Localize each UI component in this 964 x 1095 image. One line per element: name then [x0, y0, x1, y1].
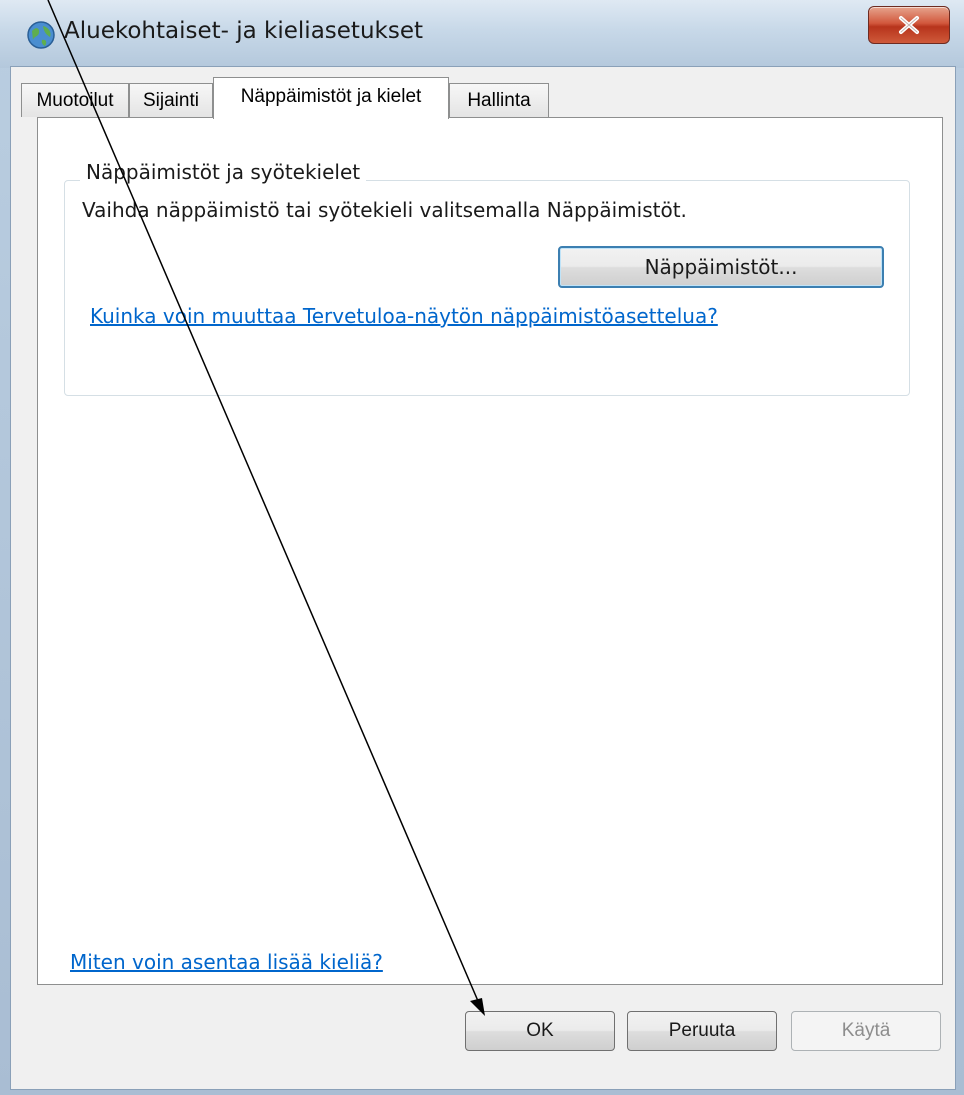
tab-panel: Näppäimistöt ja syötekielet Vaihda näppä…	[37, 117, 943, 985]
group-title: Näppäimistöt ja syötekielet	[80, 160, 367, 184]
group-description: Vaihda näppäimistö tai syötekieli valits…	[82, 198, 687, 222]
keyboards-button[interactable]: Näppäimistöt...	[558, 246, 884, 288]
close-icon	[899, 16, 919, 34]
tab-hallinta[interactable]: Hallinta	[449, 83, 549, 117]
globe-icon	[26, 20, 56, 50]
tab-nappaimistot-ja-kielet[interactable]: Näppäimistöt ja kielet	[213, 77, 449, 119]
close-button[interactable]	[868, 6, 950, 44]
tab-sijainti[interactable]: Sijainti	[129, 83, 213, 117]
cancel-button[interactable]: Peruuta	[627, 1011, 777, 1051]
install-languages-link[interactable]: Miten voin asentaa lisää kieliä?	[70, 950, 383, 974]
dialog-client-area: Muotoilut Sijainti Näppäimistöt ja kiele…	[10, 66, 956, 1090]
dialog-window: Aluekohtaiset- ja kieliasetukset Muotoil…	[0, 0, 964, 1095]
tab-muotoilut[interactable]: Muotoilut	[21, 83, 129, 117]
apply-button[interactable]: Käytä	[791, 1011, 941, 1051]
title-bar[interactable]: Aluekohtaiset- ja kieliasetukset	[0, 0, 964, 68]
welcome-screen-keyboard-link[interactable]: Kuinka voin muuttaa Tervetuloa-näytön nä…	[90, 304, 718, 328]
ok-button[interactable]: OK	[465, 1011, 615, 1051]
window-title: Aluekohtaiset- ja kieliasetukset	[64, 18, 423, 44]
